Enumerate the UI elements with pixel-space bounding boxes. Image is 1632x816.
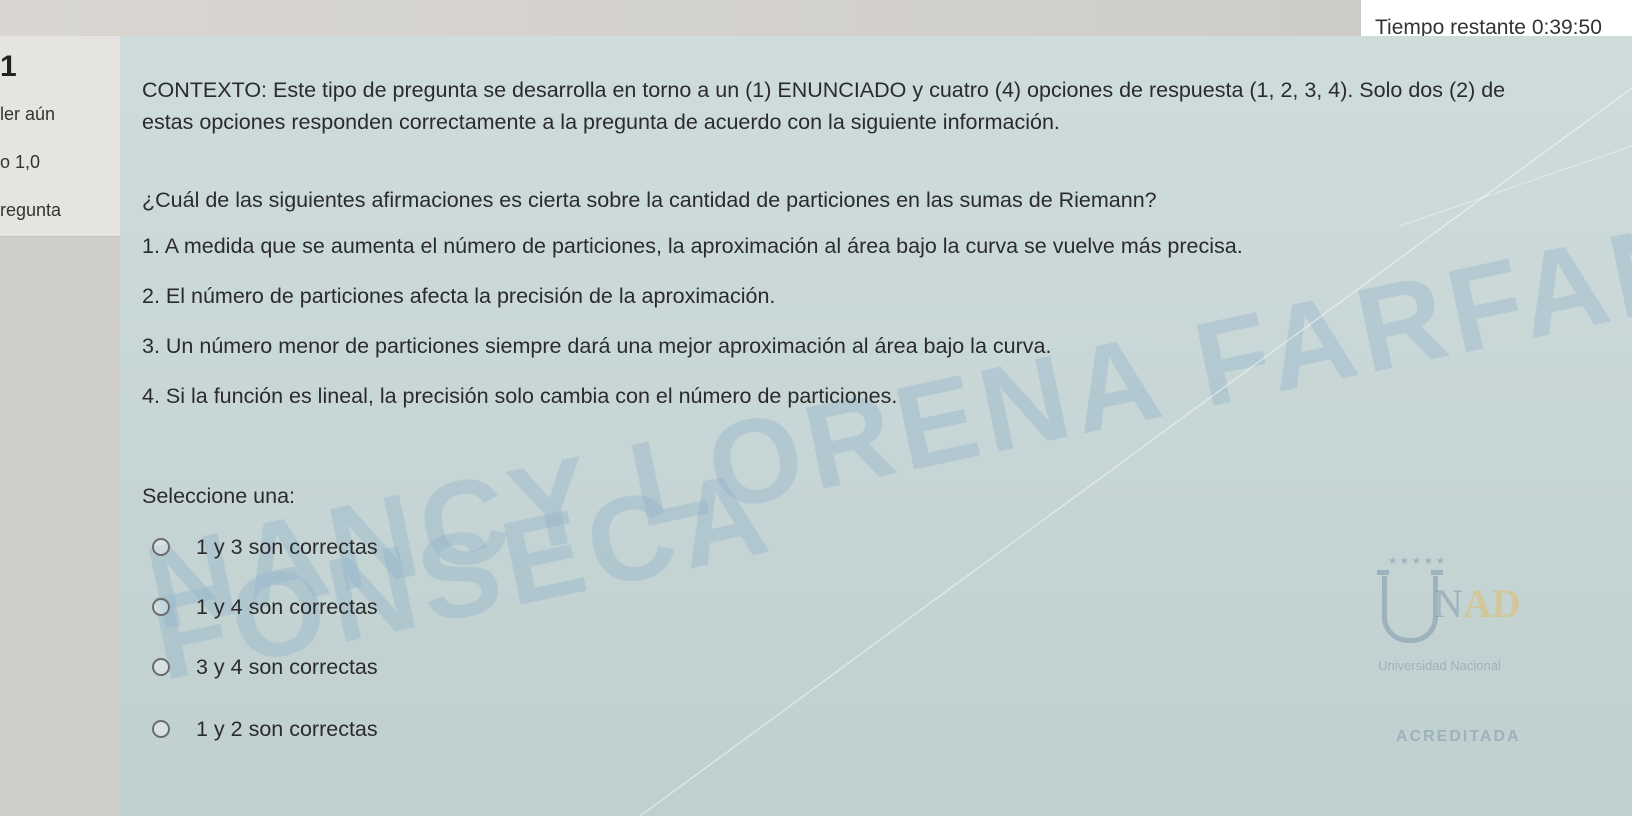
question-content: NANCY LORENA FARFAN FONSECA CONTEXTO: Es…	[120, 36, 1632, 816]
answer-label[interactable]: 1 y 2 son correctas	[196, 717, 378, 742]
radio-button[interactable]	[152, 720, 170, 738]
question-score: o 1,0	[0, 152, 41, 172]
radio-button[interactable]	[152, 658, 170, 676]
flag-question-link[interactable]: regunta	[0, 200, 61, 221]
answer-option-1[interactable]: 1 y 3 son correctas	[152, 532, 378, 562]
statement-3: 3. Un número menor de particiones siempr…	[142, 334, 1052, 358]
select-one-prompt: Seleccione una:	[142, 484, 295, 508]
question-context: CONTEXTO: Este tipo de pregunta se desar…	[142, 74, 1562, 138]
question-ask: ¿Cuál de las siguientes afirmaciones es …	[142, 188, 1157, 212]
radio-button[interactable]	[152, 598, 170, 616]
answer-option-2[interactable]: 1 y 4 son correctas	[152, 592, 378, 622]
context-text: CONTEXTO: Este tipo de pregunta se desar…	[142, 78, 1506, 134]
answer-option-3[interactable]: 3 y 4 son correctas	[152, 652, 378, 682]
answer-label[interactable]: 3 y 4 son correctas	[196, 655, 378, 680]
statement-2: 2. El número de particiones afecta la pr…	[142, 284, 776, 308]
statement-1: 1. A medida que se aumenta el número de …	[142, 234, 1243, 258]
logo-subtitle: Universidad Nacional	[1378, 658, 1501, 673]
logo-letters: NAD	[1434, 581, 1521, 626]
unad-logo-watermark: ★★★★★ NAD Universidad Nacional ACREDITAD…	[1377, 556, 1578, 746]
answer-option-4[interactable]: 1 y 2 son correctas	[152, 714, 378, 744]
statement-4: 4. Si la función es lineal, la precisión…	[142, 384, 898, 408]
question-state: ler aún	[0, 104, 56, 124]
radio-button[interactable]	[152, 538, 170, 556]
answer-label[interactable]: 1 y 3 son correctas	[196, 535, 378, 560]
stars-icon: ★★★★★	[1388, 556, 1448, 567]
answer-label[interactable]: 1 y 4 son correctas	[196, 595, 378, 620]
logo-accredited: ACREDITADA	[1396, 728, 1521, 745]
unad-u-icon	[1377, 570, 1443, 643]
question-number: 1	[0, 50, 17, 83]
question-info-panel: 1 ler aún o 1,0 regunta	[0, 36, 121, 237]
